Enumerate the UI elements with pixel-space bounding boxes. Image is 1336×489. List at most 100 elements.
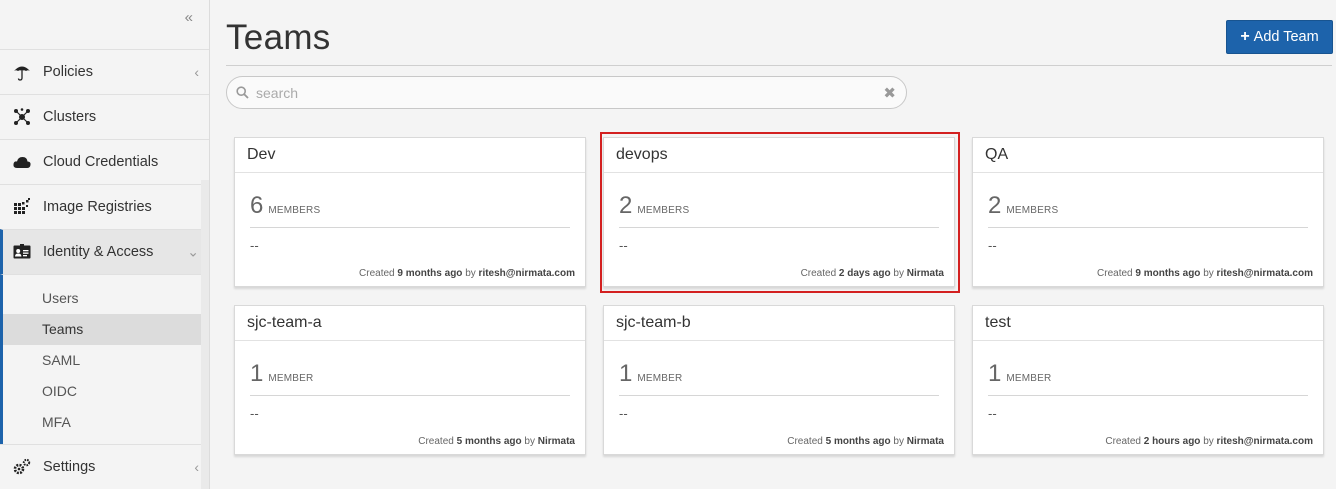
sidebar: « Policies ‹ Clusters Cloud Credentials	[0, 0, 210, 489]
created-label: Created	[1105, 436, 1141, 447]
title-divider	[226, 65, 1332, 66]
chevron-left-icon: ‹	[194, 64, 199, 80]
team-card-sjc-team-b[interactable]: sjc-team-b 1 MEMBER -- Created 5 months …	[603, 305, 955, 455]
sidebar-item-label: Settings	[43, 459, 96, 475]
chevron-left-icon: ‹	[194, 459, 199, 475]
member-count: 6 MEMBERS	[250, 192, 320, 220]
sidebar-subitem-teams[interactable]: Teams	[3, 314, 209, 345]
team-description: --	[619, 238, 628, 253]
member-count-unit: MEMBER	[637, 373, 683, 384]
created-label: Created	[359, 268, 395, 279]
team-card-qa[interactable]: QA 2 MEMBERS -- Created 9 months ago by …	[972, 137, 1324, 287]
plus-icon: +	[1240, 28, 1250, 45]
identity-access-submenu: Users Teams SAML OIDC MFA	[0, 274, 209, 444]
member-count: 2 MEMBERS	[619, 192, 689, 220]
creator: ritesh@nirmata.com	[1216, 268, 1313, 279]
team-name: QA	[973, 138, 1323, 173]
card-divider	[619, 395, 939, 396]
member-count-value: 2	[619, 192, 633, 219]
created-info: Created 5 months ago by Nirmata	[787, 436, 944, 447]
team-description: --	[988, 238, 997, 253]
sidebar-item-label: Image Registries	[43, 199, 152, 215]
main-content: Teams + Add Team ✖ Dev 6 MEMBERS -- Crea…	[226, 0, 1334, 489]
sidebar-item-clusters[interactable]: Clusters	[0, 94, 209, 139]
by-label: by	[1203, 268, 1214, 279]
page-title: Teams	[226, 18, 331, 57]
sidebar-subitem-mfa[interactable]: MFA	[3, 407, 209, 438]
clear-search-icon[interactable]: ✖	[883, 84, 896, 102]
team-name: devops	[604, 138, 954, 173]
sidebar-subitem-users[interactable]: Users	[3, 283, 209, 314]
created-when: 2 hours ago	[1143, 436, 1201, 447]
sidebar-item-label: Cloud Credentials	[43, 154, 159, 170]
gears-icon	[12, 457, 32, 477]
team-card-sjc-team-a[interactable]: sjc-team-a 1 MEMBER -- Created 5 months …	[234, 305, 586, 455]
member-count-unit: MEMBERS	[1006, 205, 1059, 216]
team-description: --	[250, 406, 259, 421]
sidebar-item-label: Clusters	[43, 109, 97, 125]
card-divider	[250, 227, 570, 228]
sidebar-item-image-registries[interactable]: Image Registries	[0, 184, 209, 229]
sidebar-scrollbar[interactable]	[201, 180, 209, 489]
search-bar: ✖	[226, 76, 907, 109]
search-input[interactable]	[256, 84, 884, 101]
sidebar-item-label: Identity & Access	[43, 244, 154, 260]
team-card-test[interactable]: test 1 MEMBER -- Created 2 hours ago by …	[972, 305, 1324, 455]
by-label: by	[524, 436, 535, 447]
sidebar-item-identity-access[interactable]: Identity & Access ⌄	[0, 229, 209, 274]
created-when: 2 days ago	[838, 268, 891, 279]
id-card-icon	[12, 242, 32, 262]
member-count-value: 1	[988, 360, 1002, 387]
add-team-button[interactable]: + Add Team	[1226, 20, 1333, 54]
chevron-down-icon: ⌄	[187, 243, 199, 260]
umbrella-icon	[12, 62, 32, 82]
sidebar-subitem-oidc[interactable]: OIDC	[3, 376, 209, 407]
created-when: 9 months ago	[397, 268, 463, 279]
member-count-value: 2	[988, 192, 1002, 219]
member-count-unit: MEMBERS	[268, 205, 321, 216]
card-divider	[988, 227, 1308, 228]
by-label: by	[893, 268, 904, 279]
cloud-icon	[12, 152, 32, 172]
search-icon	[236, 85, 250, 100]
member-count-unit: MEMBERS	[637, 205, 690, 216]
card-divider	[250, 395, 570, 396]
sidebar-item-cloud-credentials[interactable]: Cloud Credentials	[0, 139, 209, 184]
add-team-label: Add Team	[1253, 29, 1319, 45]
sidebar-item-settings[interactable]: Settings ‹	[0, 444, 209, 489]
member-count: 1 MEMBER	[619, 360, 682, 388]
team-name: Dev	[235, 138, 585, 173]
created-when: 5 months ago	[825, 436, 891, 447]
team-description: --	[988, 406, 997, 421]
creator: ritesh@nirmata.com	[478, 268, 575, 279]
member-count-unit: MEMBER	[1006, 373, 1052, 384]
team-name: sjc-team-a	[235, 306, 585, 341]
registry-grid-icon	[12, 197, 32, 217]
by-label: by	[893, 436, 904, 447]
collapse-sidebar-icon[interactable]: «	[185, 9, 193, 26]
team-card-dev[interactable]: Dev 6 MEMBERS -- Created 9 months ago by…	[234, 137, 586, 287]
created-info: Created 5 months ago by Nirmata	[418, 436, 575, 447]
card-divider	[988, 395, 1308, 396]
created-label: Created	[1097, 268, 1133, 279]
team-name: test	[973, 306, 1323, 341]
creator: Nirmata	[906, 268, 944, 279]
team-description: --	[250, 238, 259, 253]
member-count-unit: MEMBER	[268, 373, 314, 384]
sidebar-item-label: Policies	[43, 64, 93, 80]
sidebar-subitem-saml[interactable]: SAML	[3, 345, 209, 376]
creator: ritesh@nirmata.com	[1216, 436, 1313, 447]
created-label: Created	[787, 436, 823, 447]
team-description: --	[619, 406, 628, 421]
member-count: 2 MEMBERS	[988, 192, 1058, 220]
creator: Nirmata	[537, 436, 575, 447]
created-info: Created 2 hours ago by ritesh@nirmata.co…	[1105, 436, 1313, 447]
member-count-value: 6	[250, 192, 264, 219]
creator: Nirmata	[906, 436, 944, 447]
sidebar-item-policies[interactable]: Policies ‹	[0, 49, 209, 94]
card-divider	[619, 227, 939, 228]
team-card-devops[interactable]: devops 2 MEMBERS -- Created 2 days ago b…	[603, 137, 955, 287]
by-label: by	[1203, 436, 1214, 447]
cluster-nodes-icon	[12, 107, 32, 127]
sidebar-nav: Policies ‹ Clusters Cloud Credentials Im…	[0, 49, 209, 489]
